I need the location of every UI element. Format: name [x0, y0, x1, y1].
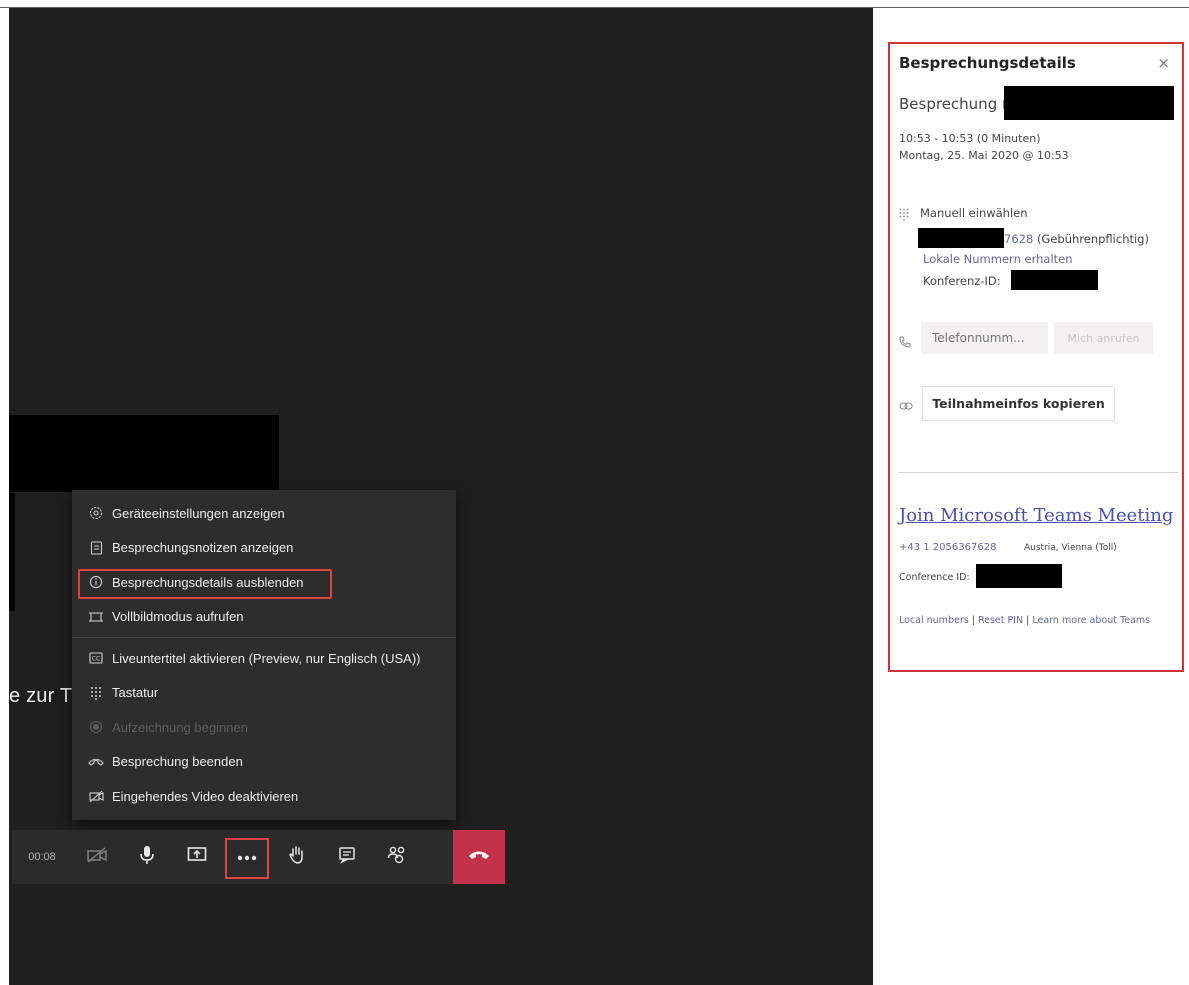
hangup-icon	[88, 754, 104, 770]
microphone-button[interactable]	[122, 830, 172, 884]
redacted-participant-tile	[9, 493, 15, 611]
svg-text:CC: CC	[92, 656, 100, 663]
join-region: Austria, Vienna (Toll)	[1024, 543, 1117, 553]
participants-icon	[387, 846, 407, 869]
notes-icon	[88, 540, 104, 556]
phone-number-input[interactable]	[921, 322, 1048, 354]
redacted-participant-name	[9, 415, 279, 492]
participants-button[interactable]	[372, 830, 422, 884]
stage-caption: e zur T	[9, 685, 73, 707]
menu-item-live-captions[interactable]: CC Liveuntertitel aktivieren (Preview, n…	[72, 641, 456, 676]
redacted-phone-number	[918, 228, 1004, 248]
chat-icon	[338, 846, 356, 869]
menu-item-label: Besprechung beenden	[112, 754, 243, 770]
redacted-join-conference-id	[976, 564, 1062, 588]
raise-hand-button[interactable]	[272, 830, 322, 884]
more-actions-button[interactable]	[222, 830, 272, 884]
hangup-button[interactable]	[453, 830, 505, 884]
hangup-icon	[468, 848, 490, 866]
local-numbers-link[interactable]: Lokale Nummern erhalten	[923, 252, 1073, 266]
join-phone-link[interactable]: +43 1 2056367628	[899, 542, 996, 553]
redacted-conference-id	[1011, 270, 1098, 290]
phone-toll-note: (Gebührenpflichtig)	[1036, 232, 1149, 246]
link-separator: |	[971, 615, 975, 626]
camera-off-icon	[86, 846, 108, 868]
call-control-bar: 00:08	[12, 830, 505, 884]
menu-item-meeting-notes[interactable]: Besprechungsnotizen anzeigen	[72, 531, 456, 566]
chat-button[interactable]	[322, 830, 372, 884]
microphone-icon	[139, 845, 155, 870]
reset-pin-link[interactable]: Reset PIN	[978, 615, 1023, 626]
meeting-date: Montag, 25. Mai 2020 @ 10:53	[899, 149, 1069, 162]
more-actions-icon	[237, 848, 257, 866]
info-icon	[88, 574, 104, 590]
link-icon	[899, 396, 913, 415]
close-icon[interactable]: ×	[1157, 54, 1170, 72]
menu-item-disable-incoming-video[interactable]: Eingehendes Video deaktivieren	[72, 779, 456, 814]
menu-item-label: Geräteeinstellungen anzeigen	[112, 505, 285, 521]
menu-item-label: Eingehendes Video deaktivieren	[112, 788, 299, 804]
video-off-icon	[88, 788, 104, 804]
share-screen-icon	[187, 846, 207, 869]
menu-item-fullscreen[interactable]: Vollbildmodus aufrufen	[72, 600, 456, 635]
copy-join-info-button[interactable]: Teilnahmeinfos kopieren	[922, 386, 1115, 421]
menu-item-start-recording: Aufzeichnung beginnen	[72, 710, 456, 745]
menu-item-keypad[interactable]: Tastatur	[72, 676, 456, 711]
redacted-meeting-partner	[1004, 86, 1174, 120]
call-timer: 00:08	[28, 851, 56, 863]
meeting-time-range: 10:53 - 10:53 (0 Minuten)	[899, 132, 1041, 145]
local-numbers-footer-link[interactable]: Local numbers	[899, 615, 969, 626]
record-icon	[88, 719, 104, 735]
menu-item-label: Besprechungsnotizen anzeigen	[112, 540, 294, 556]
fullscreen-icon	[88, 609, 104, 625]
menu-item-hide-meeting-details[interactable]: Besprechungsdetails ausblenden	[72, 565, 456, 600]
menu-divider	[72, 637, 456, 638]
raise-hand-icon	[289, 845, 305, 870]
camera-toggle-button[interactable]	[72, 830, 122, 884]
join-conference-id-label: Conference ID:	[899, 572, 970, 583]
more-actions-menu: Geräteeinstellungen anzeigen Besprechung…	[72, 490, 456, 820]
call-me-button: Mich anrufen	[1054, 322, 1153, 354]
meeting-time: 10:53 - 10:53 (0 Minuten) Montag, 25. Ma…	[899, 130, 1069, 164]
phone-icon	[899, 333, 911, 352]
menu-item-label: Besprechungsdetails ausblenden	[112, 574, 304, 590]
meeting-details-panel: Besprechungsdetails × Besprechung mit 10…	[888, 42, 1184, 672]
menu-item-label: Liveuntertitel aktivieren (Preview, nur …	[112, 650, 421, 666]
link-separator: |	[1026, 615, 1030, 626]
dialpad-icon	[899, 206, 909, 225]
menu-item-label: Tastatur	[112, 685, 159, 701]
menu-item-label: Vollbildmodus aufrufen	[112, 609, 244, 625]
captions-icon: CC	[88, 650, 104, 666]
menu-item-end-meeting[interactable]: Besprechung beenden	[72, 745, 456, 780]
footer-links: Local numbers | Reset PIN | Learn more a…	[899, 612, 1159, 630]
gear-icon	[88, 505, 104, 521]
phone-number-suffix[interactable]: 7628	[1004, 232, 1033, 246]
menu-item-device-settings[interactable]: Geräteeinstellungen anzeigen	[72, 496, 456, 531]
share-screen-button[interactable]	[172, 830, 222, 884]
dial-in-label: Manuell einwählen	[920, 206, 1028, 220]
menu-item-label: Aufzeichnung beginnen	[112, 719, 248, 735]
panel-title: Besprechungsdetails	[899, 54, 1076, 72]
learn-more-link[interactable]: Learn more about Teams	[1032, 615, 1150, 626]
dialpad-icon	[88, 685, 104, 701]
dial-in-number: 7628 (Gebührenpflichtig)	[1004, 232, 1149, 246]
join-teams-meeting-link[interactable]: Join Microsoft Teams Meeting	[899, 505, 1173, 526]
conference-id-label: Konferenz-ID:	[923, 274, 1001, 288]
panel-divider	[899, 472, 1178, 473]
